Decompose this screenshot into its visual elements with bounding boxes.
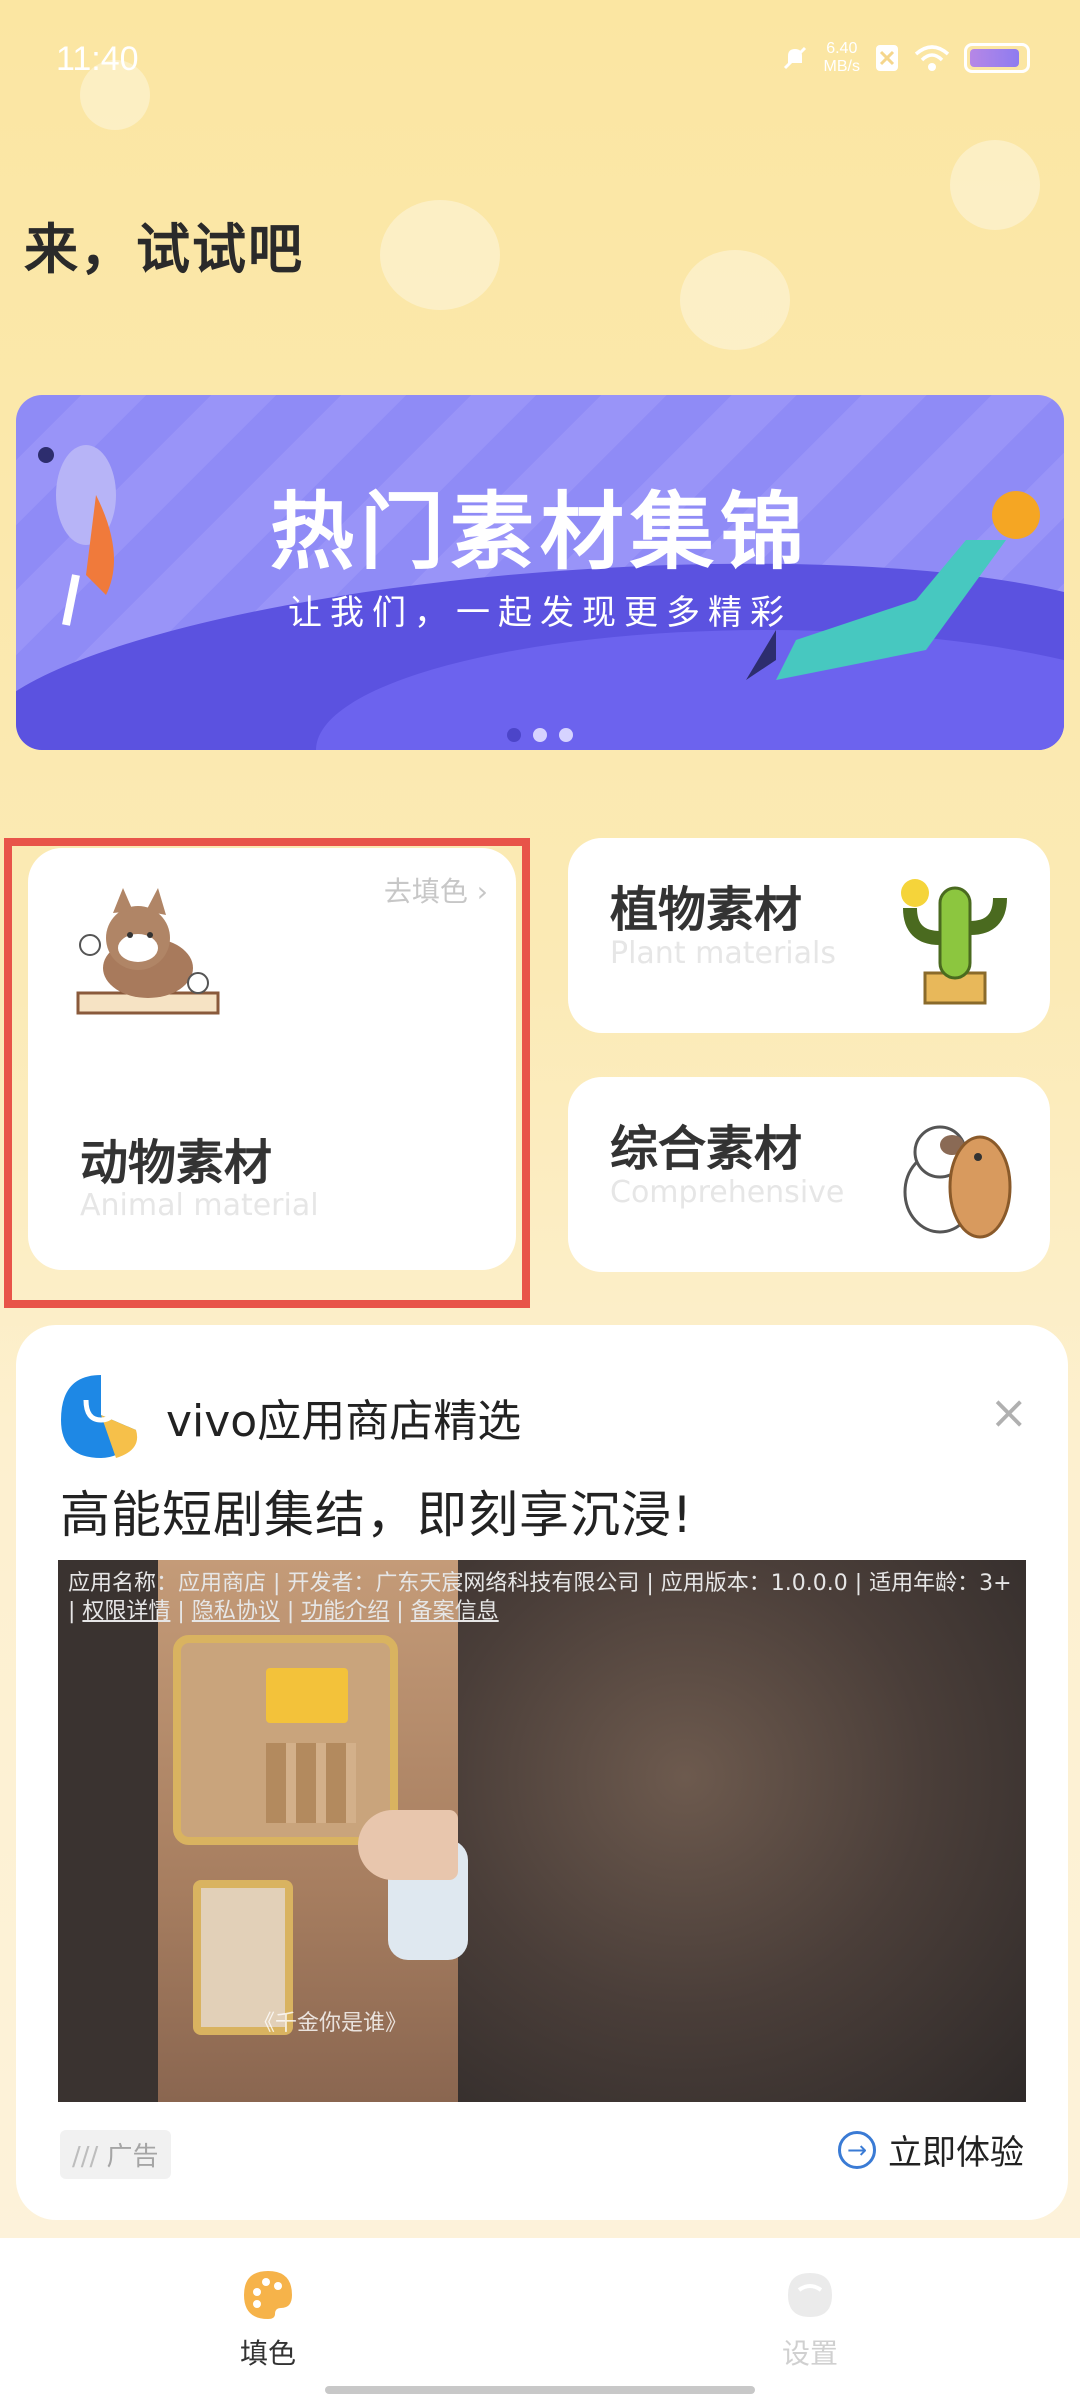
- background-decoration: [950, 140, 1040, 230]
- ad-source-title: vivo应用商店精选: [166, 1396, 522, 1447]
- video-background: [58, 1560, 158, 2102]
- background-decoration: [680, 250, 790, 350]
- category-title: 植物素材: [610, 882, 803, 938]
- safe-screen: [266, 1668, 348, 1723]
- page-title: 来，试试吧: [24, 218, 304, 281]
- ad-label-text: 广告: [106, 2142, 159, 2172]
- background-decoration: [380, 200, 500, 310]
- permission-details-link[interactable]: 权限详情: [82, 1599, 170, 1624]
- category-subtitle: Plant materials: [610, 936, 836, 971]
- ad-video[interactable]: 应用名称：应用商店 | 开发者：广东天宸网络科技有限公司 | 应用版本：1.0.…: [58, 1560, 1026, 2102]
- nav-label: 设置: [781, 2337, 838, 2370]
- sim-off-icon: [876, 45, 898, 71]
- app-store-logo-icon: [61, 1375, 138, 1458]
- pagination-dot[interactable]: [507, 728, 521, 742]
- settings-icon: [788, 2273, 832, 2317]
- safe-keys: [266, 1743, 356, 1823]
- banner-subtitle: 让我们，一起发现更多精彩: [288, 593, 792, 633]
- network-speed-unit: MB/s: [823, 58, 860, 75]
- go-fill-link[interactable]: 去填色 ›: [384, 870, 488, 910]
- ad-logo-icon: ///: [72, 2142, 99, 2172]
- filing-info-link[interactable]: 备案信息: [411, 1599, 499, 1624]
- try-now-button[interactable]: → 立即体验: [838, 2125, 1024, 2174]
- safe-keypad-image: [173, 1635, 398, 1845]
- status-bar: 11:40 6.40 MB/s: [0, 0, 1080, 120]
- category-title: 动物素材: [80, 1135, 273, 1191]
- nav-item-settings[interactable]: 设置: [730, 2268, 890, 2372]
- cat-fish-icon: [903, 1125, 1012, 1239]
- category-card-comprehensive[interactable]: 综合素材 Comprehensive: [568, 1077, 1050, 1272]
- ad-label-badge: /// 广告: [60, 2130, 171, 2179]
- ad-app-info: 应用名称：应用商店 | 开发者：广东天宸网络科技有限公司 | 应用版本：1.0.…: [68, 1571, 1012, 1624]
- palette-icon: [244, 2271, 292, 2319]
- battery-icon: [964, 43, 1030, 73]
- bottom-navigation: 填色 设置: [0, 2238, 1080, 2408]
- mute-bell-icon: [783, 46, 806, 70]
- pagination-dot[interactable]: [559, 728, 573, 742]
- category-subtitle: Comprehensive: [610, 1175, 845, 1210]
- banner-title: 热门素材集锦: [269, 483, 810, 581]
- try-now-label: 立即体验: [888, 2133, 1024, 2173]
- category-card-plant[interactable]: 植物素材 Plant materials: [568, 838, 1050, 1033]
- home-indicator[interactable]: [325, 2386, 755, 2394]
- ad-card[interactable]: vivo应用商店精选 × 高能短剧集结，即刻享沉浸! 应用名称：应用商店 | 开…: [16, 1325, 1068, 2220]
- category-subtitle: Animal material: [80, 1188, 319, 1223]
- arrow-right-icon: →: [838, 2130, 876, 2169]
- nav-label: 填色: [239, 2337, 296, 2370]
- video-background: [458, 1560, 1026, 2102]
- privacy-policy-link[interactable]: 隐私协议: [192, 1599, 280, 1624]
- network-speed: 6.40 MB/s: [824, 40, 860, 76]
- feature-intro-link[interactable]: 功能介绍: [301, 1599, 389, 1624]
- wifi-icon: [914, 45, 950, 71]
- promo-banner[interactable]: 热门素材集锦 让我们，一起发现更多精彩: [16, 395, 1064, 750]
- ad-info-text: 应用名称：应用商店 | 开发者：广东天宸网络科技有限公司 | 应用版本：1.0.…: [68, 1571, 1012, 1596]
- nav-item-fill-color[interactable]: 填色: [188, 2268, 348, 2372]
- pagination-dot[interactable]: [533, 728, 547, 742]
- ad-headline: 高能短剧集结，即刻享沉浸!: [60, 1486, 694, 1544]
- finger-image: [358, 1810, 458, 1880]
- cactus-icon: [901, 879, 1007, 1005]
- shiba-dog-icon: [76, 888, 220, 1015]
- status-time: 11:40: [56, 40, 139, 78]
- status-icons: 6.40 MB/s: [780, 40, 1030, 76]
- drama-title: 《千金你是谁》: [253, 2011, 408, 2036]
- banner-pagination: [16, 728, 1064, 742]
- category-card-animal[interactable]: 去填色 › 动物素材 Animal material: [28, 848, 516, 1270]
- network-speed-value: 6.40: [826, 40, 858, 57]
- close-icon[interactable]: ×: [989, 1385, 1028, 1439]
- category-title: 综合素材: [610, 1121, 803, 1177]
